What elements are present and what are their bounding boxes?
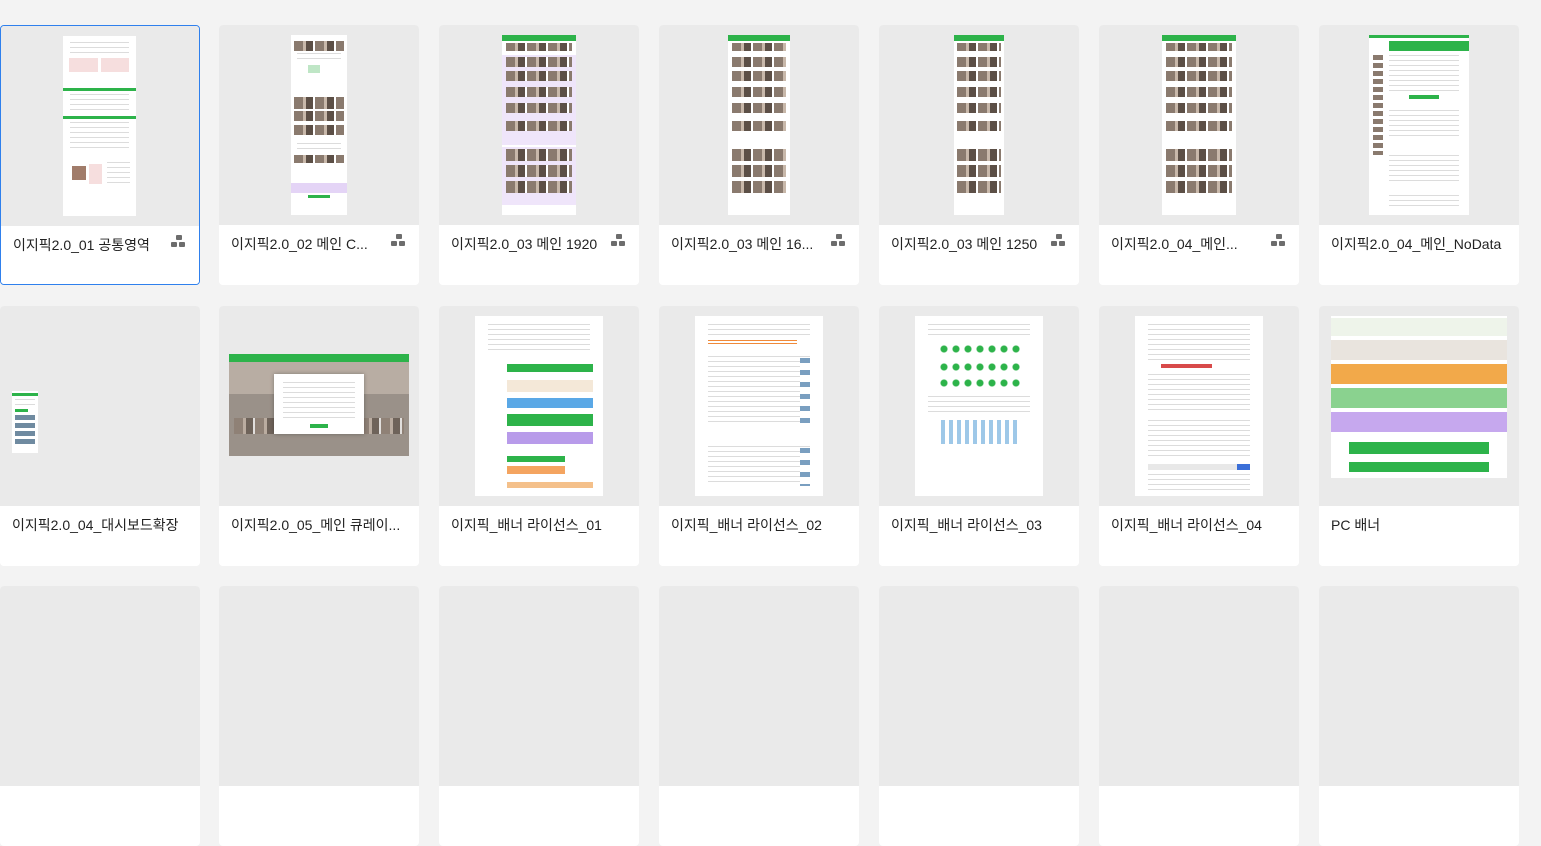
card-label-row: PC 배너 xyxy=(1319,506,1519,566)
thumbnail-area xyxy=(1319,306,1519,506)
file-card[interactable]: 이지픽2.0_03 메인 1920 xyxy=(439,25,639,285)
file-card[interactable] xyxy=(659,586,859,846)
file-card[interactable]: 이지픽2.0_01 공통영역 xyxy=(0,25,200,285)
file-title: 이지픽2.0_04_대시보드확장 xyxy=(12,517,179,533)
thumbnail-area xyxy=(1099,25,1299,225)
file-grid: 이지픽2.0_01 공통영역 이지픽2.0_02 메인 C... 이지픽2.0_… xyxy=(0,0,1541,846)
page-thumbnail xyxy=(728,35,790,215)
thumbnail-area xyxy=(879,306,1079,506)
file-title: 이지픽_배너 라이선스_01 xyxy=(451,517,602,533)
page-thumbnail xyxy=(475,316,603,496)
component-icon xyxy=(611,234,627,250)
file-card[interactable] xyxy=(1319,586,1519,846)
file-title: 이지픽2.0_02 메인 C... xyxy=(231,236,368,252)
file-title: 이지픽_배너 라이선스_03 xyxy=(891,517,1042,533)
file-card[interactable]: 이지픽_배너 라이선스_02 xyxy=(659,306,859,566)
file-card[interactable] xyxy=(439,586,639,846)
file-card[interactable] xyxy=(879,586,1079,846)
page-thumbnail xyxy=(502,35,576,215)
file-title: 이지픽_배너 라이선스_04 xyxy=(1111,517,1262,533)
page-thumbnail xyxy=(291,35,347,215)
component-icon xyxy=(171,235,187,251)
file-title: 이지픽2.0_05_메인 큐레이... xyxy=(231,517,401,533)
thumbnail-area xyxy=(0,306,200,506)
card-label-row: 이지픽2.0_05_메인 큐레이... xyxy=(219,506,419,566)
page-thumbnail xyxy=(229,354,409,456)
card-label-row: 이지픽_배너 라이선스_03 xyxy=(879,506,1079,566)
file-card[interactable]: 이지픽2.0_02 메인 C... xyxy=(219,25,419,285)
thumbnail-area xyxy=(439,25,639,225)
file-card[interactable]: 이지픽2.0_04_메인_NoData xyxy=(1319,25,1519,285)
card-label-row: 이지픽2.0_04_메인_NoData xyxy=(1319,225,1519,285)
page-thumbnail xyxy=(915,316,1043,496)
card-label-row: 이지픽2.0_03 메인 1250 xyxy=(879,225,1079,285)
file-card[interactable]: PC 배너 xyxy=(1319,306,1519,566)
file-title: 이지픽2.0_03 메인 16... xyxy=(671,236,814,252)
file-title: 이지픽2.0_04_메인_NoData xyxy=(1331,236,1502,252)
file-card[interactable]: 이지픽2.0_04_대시보드확장 xyxy=(0,306,200,566)
page-thumbnail xyxy=(1162,35,1236,215)
thumbnail-area xyxy=(219,306,419,506)
file-card[interactable]: 이지픽_배너 라이선스_04 xyxy=(1099,306,1299,566)
file-card[interactable] xyxy=(0,586,200,846)
page-thumbnail xyxy=(1331,316,1507,478)
thumbnail-area xyxy=(1,26,199,226)
thumbnail-area xyxy=(879,25,1079,225)
card-label-row: 이지픽_배너 라이선스_01 xyxy=(439,506,639,566)
thumbnail-area xyxy=(219,25,419,225)
file-title: 이지픽2.0_01 공통영역 xyxy=(13,237,150,253)
card-label-row: 이지픽2.0_04_대시보드확장 xyxy=(0,506,200,566)
file-card[interactable] xyxy=(1099,586,1299,846)
file-card[interactable]: 이지픽_배너 라이선스_03 xyxy=(879,306,1079,566)
component-icon xyxy=(391,234,407,250)
file-title: 이지픽_배너 라이선스_02 xyxy=(671,517,822,533)
page-thumbnail xyxy=(954,35,1004,215)
page-thumbnail xyxy=(1135,316,1263,496)
card-label-row: 이지픽2.0_01 공통영역 xyxy=(1,226,199,284)
component-icon xyxy=(1051,234,1067,250)
page-thumbnail xyxy=(1369,35,1469,215)
file-card[interactable]: 이지픽2.0_03 메인 1250 xyxy=(879,25,1079,285)
page-thumbnail xyxy=(63,36,136,216)
thumbnail-area xyxy=(1319,25,1519,225)
card-label-row: 이지픽_배너 라이선스_04 xyxy=(1099,506,1299,566)
card-label-row: 이지픽2.0_04_메인... xyxy=(1099,225,1299,285)
page-thumbnail xyxy=(695,316,823,496)
thumbnail-area xyxy=(659,306,859,506)
thumbnail-area xyxy=(1099,306,1299,506)
card-label-row: 이지픽2.0_03 메인 1920 xyxy=(439,225,639,285)
component-icon xyxy=(1271,234,1287,250)
thumbnail-area xyxy=(439,306,639,506)
file-title: 이지픽2.0_04_메인... xyxy=(1111,236,1238,252)
file-title: PC 배너 xyxy=(1331,517,1381,533)
file-card[interactable] xyxy=(219,586,419,846)
file-card[interactable]: 이지픽2.0_05_메인 큐레이... xyxy=(219,306,419,566)
card-label-row: 이지픽2.0_02 메인 C... xyxy=(219,225,419,285)
thumbnail-area xyxy=(659,25,859,225)
file-title: 이지픽2.0_03 메인 1920 xyxy=(451,236,598,252)
file-card[interactable]: 이지픽2.0_03 메인 16... xyxy=(659,25,859,285)
file-card[interactable]: 이지픽2.0_04_메인... xyxy=(1099,25,1299,285)
page-thumbnail xyxy=(12,391,38,453)
file-title: 이지픽2.0_03 메인 1250 xyxy=(891,236,1038,252)
card-label-row: 이지픽2.0_03 메인 16... xyxy=(659,225,859,285)
component-icon xyxy=(831,234,847,250)
card-label-row: 이지픽_배너 라이선스_02 xyxy=(659,506,859,566)
file-card[interactable]: 이지픽_배너 라이선스_01 xyxy=(439,306,639,566)
